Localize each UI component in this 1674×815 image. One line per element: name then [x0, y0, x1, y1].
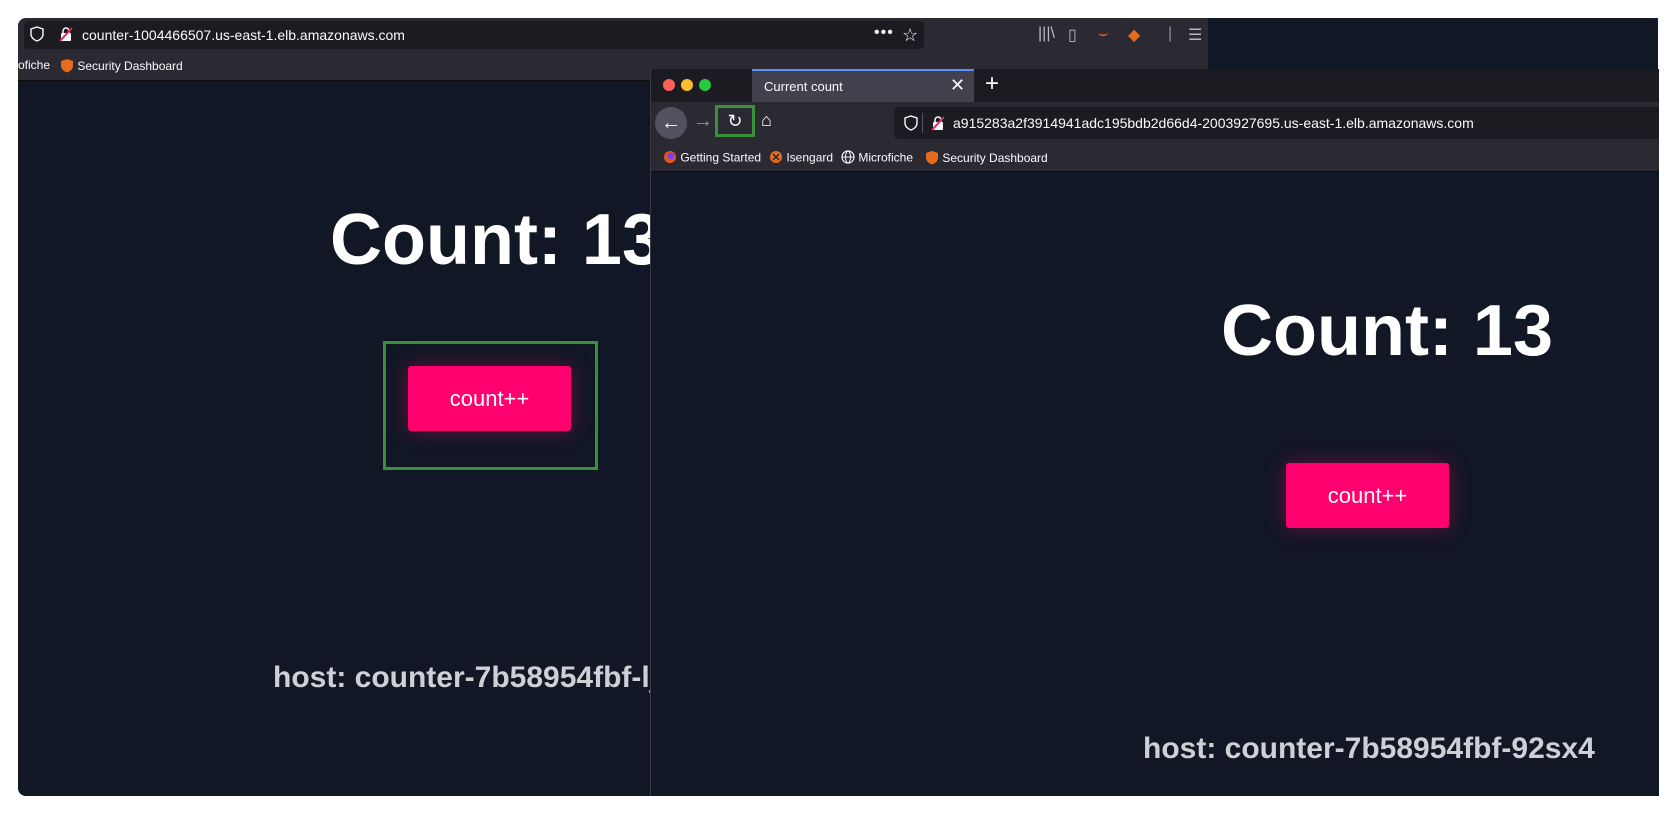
sidebar-icon[interactable]: ▯ — [1068, 25, 1077, 45]
back-toolbar: counter-1004466507.us-east-1.elb.amazona… — [18, 18, 1208, 52]
front-url-text: a915283a2f3914941adc195bdb2d66d4-2003927… — [953, 115, 1474, 131]
minimize-window-button[interactable] — [681, 79, 693, 91]
more-icon[interactable]: ••• — [874, 24, 894, 42]
insecure-lock-icon[interactable] — [58, 26, 74, 47]
menu-icon[interactable]: ☰ — [1188, 25, 1202, 45]
library-icon[interactable]: |||\ — [1038, 25, 1055, 43]
home-icon[interactable]: ⌂ — [761, 110, 772, 131]
tab-current-count[interactable]: Current count ✕ — [752, 69, 974, 102]
bookmark-label: Getting Started — [680, 150, 762, 165]
front-browser-window: Current count ✕ + ← → ↻ ⌂ a915283a2f3914… — [650, 69, 1659, 796]
bookmark-label: Security Dashboard — [77, 59, 183, 74]
firefox-icon — [663, 150, 677, 167]
close-window-button[interactable] — [663, 79, 675, 91]
bookmark-security-dashboard[interactable]: Security Dashboard — [60, 58, 183, 76]
bookmark-getting-started[interactable]: Getting Started — [663, 150, 761, 167]
insecure-lock-icon[interactable] — [930, 115, 946, 136]
bookmark-isengard[interactable]: Isengard — [769, 150, 833, 167]
close-icon[interactable]: ✕ — [950, 75, 965, 96]
count-heading: Count: 13 — [1221, 291, 1553, 371]
bookmark-label: Isengard — [786, 150, 834, 165]
host-label: host: counter-7b58954fbf-92sx4 — [1143, 732, 1595, 765]
back-url-bar[interactable]: counter-1004466507.us-east-1.elb.amazona… — [24, 21, 924, 49]
separator: | — [1168, 25, 1173, 42]
front-url-bar[interactable]: a915283a2f3914941adc195bdb2d66d4-2003927… — [894, 107, 1659, 139]
shield-badge-icon — [60, 58, 74, 76]
url-separator — [922, 113, 923, 133]
extension-icon[interactable]: ◆ — [1128, 25, 1140, 45]
count-increment-button[interactable]: count++ — [1286, 463, 1449, 528]
host-label: host: counter-7b58954fbf-lj9 — [273, 661, 675, 694]
maximize-window-button[interactable] — [699, 79, 711, 91]
navigation-toolbar: ← → ↻ ⌂ a915283a2f3914941adc195bdb2d66d4… — [651, 102, 1659, 144]
tab-bar: Current count ✕ + — [651, 69, 1659, 102]
forward-arrow-icon[interactable]: → — [693, 110, 713, 133]
count-heading: Count: 13 — [330, 200, 662, 280]
bookmark-label: Security Dashboard — [942, 151, 1048, 166]
back-arrow-icon[interactable]: ← — [655, 107, 687, 139]
front-page-content: Count: 13 count++ host: counter-7b58954f… — [651, 172, 1659, 796]
shield-badge-icon — [925, 150, 939, 168]
isengard-icon — [769, 150, 783, 167]
reload-icon[interactable]: ↻ — [715, 105, 755, 137]
tracking-shield-icon[interactable] — [904, 115, 918, 136]
tab-title: Current count — [764, 79, 843, 94]
front-bookmarks-bar: Getting Started Isengard Microfiche Secu… — [651, 144, 1659, 172]
count-increment-button[interactable]: count++ — [408, 366, 571, 431]
bookmark-label: Microfiche — [858, 150, 914, 165]
bookmark-security-dashboard[interactable]: Security Dashboard — [925, 150, 1048, 168]
tracking-shield-icon[interactable] — [30, 26, 44, 47]
back-url-text: counter-1004466507.us-east-1.elb.amazona… — [82, 27, 405, 43]
new-tab-icon[interactable]: + — [985, 70, 999, 98]
bookmark-microfiche[interactable]: Microfiche — [841, 150, 913, 167]
bookmark-star-icon[interactable]: ☆ — [902, 25, 918, 46]
amazon-extension-icon[interactable]: ⌣ — [1098, 25, 1109, 43]
bookmark-microfiche[interactable]: ofiche — [18, 58, 50, 72]
globe-icon — [841, 150, 855, 167]
